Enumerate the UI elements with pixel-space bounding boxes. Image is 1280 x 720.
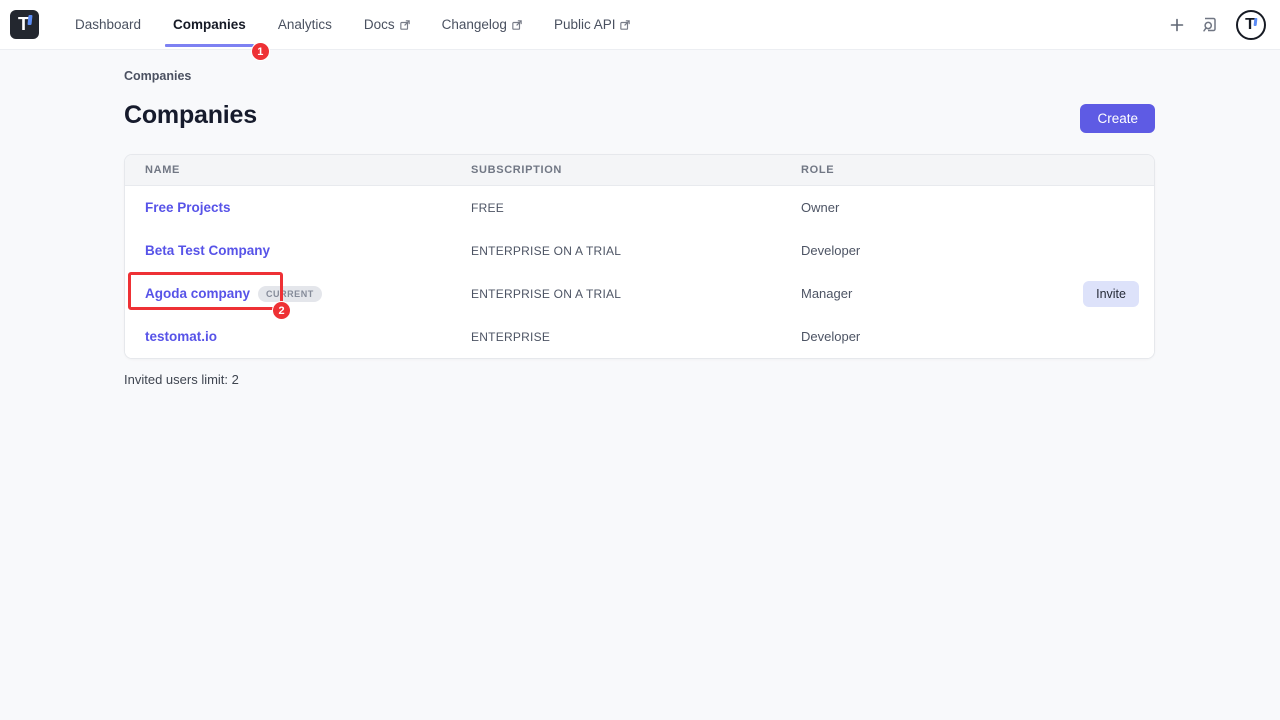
table-row: Free Projects FREE Owner <box>125 186 1154 229</box>
app-logo[interactable]: T <box>10 10 39 39</box>
main-nav: Dashboard Companies 1 Analytics Docs Cha… <box>59 0 646 49</box>
nav-item-public-api[interactable]: Public API <box>538 0 647 49</box>
external-link-icon <box>400 20 410 30</box>
nav-right-actions: T <box>1170 10 1280 40</box>
nav-item-label: Analytics <box>278 17 332 32</box>
header-name: NAME <box>125 164 471 176</box>
nav-item-label: Companies <box>173 17 246 32</box>
role-value: Developer <box>801 329 860 344</box>
companies-table: NAME SUBSCRIPTION ROLE Free Projects FRE… <box>124 154 1155 359</box>
page-title: Companies <box>124 101 257 130</box>
nav-item-label: Changelog <box>442 17 507 32</box>
plus-icon[interactable] <box>1170 18 1184 32</box>
avatar-logo-accent <box>1254 18 1258 26</box>
nav-item-label: Dashboard <box>75 17 141 32</box>
user-avatar[interactable]: T <box>1236 10 1266 40</box>
role-value: Owner <box>801 200 839 215</box>
role-value: Developer <box>801 243 860 258</box>
top-navigation: T Dashboard Companies 1 Analytics Docs C… <box>0 0 1280 50</box>
header-subscription: SUBSCRIPTION <box>471 164 801 176</box>
external-link-icon <box>512 20 522 30</box>
app-logo-accent <box>27 15 32 25</box>
annotation-step-2-box: 2 <box>128 272 283 310</box>
company-link[interactable]: Beta Test Company <box>145 243 270 258</box>
company-link[interactable]: testomat.io <box>145 329 217 344</box>
annotation-step-1-badge: 1 <box>251 42 270 61</box>
role-value: Manager <box>801 286 852 301</box>
create-button[interactable]: Create <box>1080 104 1155 133</box>
company-link[interactable]: Free Projects <box>145 200 231 215</box>
nav-item-label: Docs <box>364 17 395 32</box>
subscription-value: ENTERPRISE <box>471 330 550 344</box>
subscription-value: ENTERPRISE ON A TRIAL <box>471 244 621 258</box>
subscription-value: ENTERPRISE ON A TRIAL <box>471 287 621 301</box>
nav-item-label: Public API <box>554 17 616 32</box>
subscription-value: FREE <box>471 201 504 215</box>
document-search-icon[interactable] <box>1201 16 1219 34</box>
nav-item-dashboard[interactable]: Dashboard <box>59 0 157 49</box>
table-row: testomat.io ENTERPRISE Developer <box>125 315 1154 358</box>
nav-item-changelog[interactable]: Changelog <box>426 0 538 49</box>
table-header-row: NAME SUBSCRIPTION ROLE <box>125 155 1154 186</box>
external-link-icon <box>620 20 630 30</box>
annotation-step-2-badge: 2 <box>272 301 291 320</box>
header-role: ROLE <box>801 164 1084 176</box>
breadcrumb[interactable]: Companies <box>124 69 191 83</box>
invite-button[interactable]: Invite <box>1083 281 1139 307</box>
nav-item-companies[interactable]: Companies 1 <box>157 0 262 49</box>
nav-item-analytics[interactable]: Analytics <box>262 0 348 49</box>
invited-users-limit-note: Invited users limit: 2 <box>124 372 239 387</box>
table-row: Beta Test Company ENTERPRISE ON A TRIAL … <box>125 229 1154 272</box>
nav-item-docs[interactable]: Docs <box>348 0 426 49</box>
